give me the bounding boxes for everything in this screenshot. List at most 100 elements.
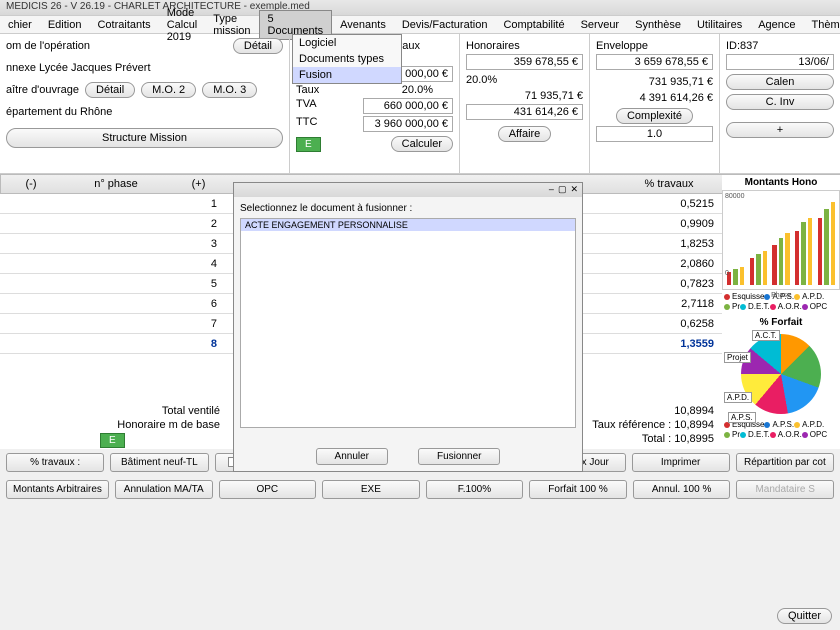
env-v3: 4 391 614,26 € — [596, 92, 713, 104]
phase-pct: 0,5215 — [630, 198, 720, 210]
action-button[interactable]: % travaux : — [6, 453, 104, 472]
legend-item: A.O.R. — [770, 430, 802, 440]
calculer-button[interactable]: Calculer — [391, 136, 453, 152]
hono-v2: 20.0% — [466, 74, 583, 86]
action-button[interactable]: Mandataire S — [736, 480, 834, 499]
phase-pct: 2,0860 — [630, 258, 720, 270]
menu-theme[interactable]: Thème — [804, 17, 840, 33]
phase-pct: 2,7118 — [630, 298, 720, 310]
legend-item: OPC — [802, 430, 827, 440]
affaire-button[interactable]: Affaire — [498, 126, 552, 142]
legend-item: A.P.D. — [794, 420, 824, 430]
menu-compta[interactable]: Comptabilité — [495, 17, 572, 33]
hdr-minus[interactable]: (-) — [1, 178, 61, 190]
action-button[interactable]: Forfait 100 % — [529, 480, 627, 499]
chart2-title: % Forfait — [722, 315, 840, 330]
action-button[interactable]: Bâtiment neuf-TL — [110, 453, 208, 472]
detail2-button[interactable]: Détail — [85, 82, 135, 98]
ttc-value: 3 960 000,00 € — [363, 116, 453, 132]
phase-num: 3 — [0, 238, 225, 250]
phase-pct: 1,3559 — [630, 338, 720, 350]
dialog-list[interactable]: ACTE ENGAGEMENT PERSONNALISE — [240, 218, 576, 428]
side-charts: Montants Hono 80000 0 Phase Esquisse A.P… — [722, 175, 840, 443]
documents-submenu: Logiciel Documents types Fusion — [292, 34, 402, 84]
dialog-titlebar[interactable]: –▢✕ — [234, 183, 582, 197]
action-button[interactable]: Répartition par cot — [736, 453, 834, 472]
action-button[interactable]: F.100% — [426, 480, 524, 499]
enveloppe-title: Enveloppe — [596, 40, 713, 52]
action-button[interactable]: Annul. 100 % — [633, 480, 731, 499]
menu-edition[interactable]: Edition — [40, 17, 90, 33]
button-row-2: Montants Arbitraires Annulation MA/TA OPC E… — [0, 476, 840, 503]
pie-projet: Projet — [724, 352, 751, 363]
action-button[interactable]: EXE — [322, 480, 420, 499]
menu-synthese[interactable]: Synthèse — [627, 17, 689, 33]
legend-item: A.P.S. — [764, 420, 794, 430]
quitter-button[interactable]: Quitter — [777, 608, 832, 624]
submenu-fusion[interactable]: Fusion — [293, 67, 401, 83]
phase-num: 4 — [0, 258, 225, 270]
max-icon[interactable]: ▢ — [558, 184, 567, 196]
env-v1: 3 659 678,55 € — [596, 54, 713, 70]
dialog-ok-button[interactable]: Fusionner — [418, 448, 500, 465]
detail-button[interactable]: Détail — [233, 38, 283, 54]
hdr-pct: % travaux — [619, 178, 719, 190]
maitre-label: aître d'ouvrage — [6, 84, 79, 96]
dialog-cancel-button[interactable]: Annuler — [316, 448, 388, 465]
min-icon[interactable]: – — [549, 184, 554, 196]
phase-num: 6 — [0, 298, 225, 310]
cinv-button[interactable]: C. Inv — [726, 94, 834, 110]
legend-item: Pr — [724, 302, 740, 312]
menu-avenants[interactable]: Avenants — [332, 17, 394, 33]
structure-mission-button[interactable]: Structure Mission — [6, 128, 283, 148]
menu-agence[interactable]: Agence — [750, 17, 803, 33]
complex-value[interactable]: 1.0 — [596, 126, 713, 142]
mo3-button[interactable]: M.O. 3 — [202, 82, 257, 98]
e-badge: E — [100, 433, 125, 448]
menu-utilitaires[interactable]: Utilitaires — [689, 17, 750, 33]
menu-cotraitants[interactable]: Cotraitants — [89, 17, 158, 33]
close-icon[interactable]: ✕ — [570, 184, 578, 196]
taux-label: Taux — [296, 84, 319, 96]
hdr-plus[interactable]: (+) — [171, 178, 226, 190]
taux-value: 20.0% — [402, 84, 453, 96]
menu-serveur[interactable]: Serveur — [573, 17, 628, 33]
legend-item: OPC — [802, 302, 827, 312]
legend-item: D.E.T. — [740, 430, 770, 440]
list-item-selected[interactable]: ACTE ENGAGEMENT PERSONNALISE — [241, 219, 575, 231]
dept-text: épartement du Rhône — [6, 106, 283, 118]
pie-aps: A.P.S. — [728, 412, 756, 423]
date-field[interactable]: 13/06/ — [726, 54, 834, 70]
phase-pct: 0,7823 — [630, 278, 720, 290]
submenu-doctypes[interactable]: Documents types — [293, 51, 401, 67]
hono-v1: 359 678,55 € — [466, 54, 583, 70]
phase-pct: 0,6258 — [630, 318, 720, 330]
mo2-button[interactable]: M.O. 2 — [141, 82, 196, 98]
hdr-phase: n° phase — [61, 178, 171, 190]
ttc-label: TTC — [296, 116, 317, 132]
submenu-logiciel[interactable]: Logiciel — [293, 35, 401, 51]
e-button[interactable]: E — [296, 137, 321, 152]
phase-num: 8 — [0, 338, 225, 350]
action-button[interactable]: Imprimer — [632, 453, 730, 472]
action-button[interactable]: Montants Arbitraires — [6, 480, 109, 499]
operation-label: om de l'opération — [6, 40, 90, 52]
hono-v4: 431 614,26 € — [466, 104, 583, 120]
annexe-text: nnexe Lycée Jacques Prévert — [6, 62, 283, 74]
honoraires-title: Honoraires — [466, 40, 583, 52]
action-button[interactable]: OPC — [219, 480, 317, 499]
legend-item: Pr — [724, 430, 740, 440]
calen-button[interactable]: Calen — [726, 74, 834, 90]
chart1-xlabel: Phase — [723, 292, 839, 299]
hono-v3: 71 935,71 € — [466, 90, 583, 102]
complexite-button[interactable]: Complexité — [616, 108, 693, 124]
id-label: ID:837 — [726, 40, 834, 52]
menu-devis[interactable]: Devis/Facturation — [394, 17, 496, 33]
menu-fichier[interactable]: chier — [0, 17, 40, 33]
phase-pct: 1,8253 — [630, 238, 720, 250]
plus-button[interactable]: + — [726, 122, 834, 138]
phase-num: 2 — [0, 218, 225, 230]
dialog-prompt: Selectionnez le document à fusionner : — [240, 203, 576, 214]
phase-num: 5 — [0, 278, 225, 290]
action-button[interactable]: Annulation MA/TA — [115, 480, 213, 499]
